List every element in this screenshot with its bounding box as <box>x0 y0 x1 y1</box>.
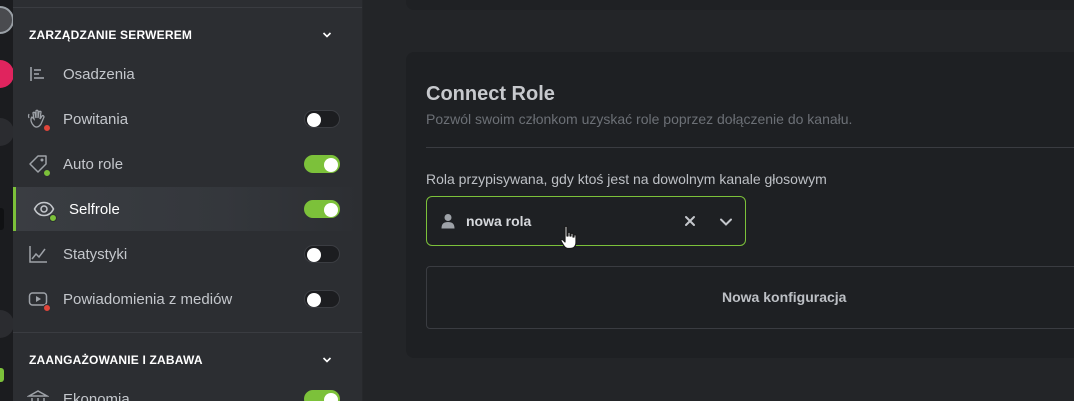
clear-icon[interactable] <box>683 214 697 228</box>
connect-role-card: Connect Role Pozwól swoim członkom uzysk… <box>406 52 1074 358</box>
sidebar-item-ekonomia[interactable]: Ekonomia <box>13 377 362 401</box>
tag-icon <box>27 153 51 177</box>
status-dot <box>43 124 51 132</box>
user-icon <box>441 214 455 229</box>
new-configuration-label: Nowa konfiguracja <box>722 289 847 305</box>
status-dot <box>43 304 51 312</box>
chevron-down-icon[interactable] <box>322 355 332 365</box>
sidebar-item-statystyki[interactable]: Statystyki <box>13 232 362 276</box>
server-icon[interactable] <box>0 118 14 146</box>
powiadomienia-toggle[interactable] <box>304 290 340 308</box>
server-icon[interactable] <box>0 6 14 34</box>
sidebar-item-label: Powiadomienia z mediów <box>63 290 233 308</box>
sidebar-item-label: Selfrole <box>69 200 120 218</box>
line-chart-icon <box>27 243 49 265</box>
sidebar-item-selfrole[interactable]: Selfrole <box>13 187 362 231</box>
sidebar-item-osadzenia[interactable]: Osadzenia <box>13 52 362 96</box>
divider <box>13 7 362 8</box>
statystyki-toggle[interactable] <box>304 245 340 263</box>
sidebar-item-label: Powitania <box>63 110 129 128</box>
server-online-indicator <box>0 368 4 382</box>
server-list <box>0 0 14 401</box>
section-server-management[interactable]: ZARZĄDZANIE SERWEREM <box>13 25 362 45</box>
server-icon[interactable] <box>0 310 14 338</box>
sidebar-item-label: Statystyki <box>63 245 128 263</box>
divider <box>13 332 362 333</box>
server-icon[interactable] <box>0 60 14 88</box>
sidebar-item-label: Auto role <box>63 155 124 173</box>
sidebar-item-powitania[interactable]: Powitania <box>13 97 362 141</box>
sidebar-item-label: Ekonomia <box>63 390 130 401</box>
role-field-label: Rola przypisywana, gdy ktoś jest na dowo… <box>426 171 827 187</box>
server-selected-indicator <box>0 208 4 230</box>
card-title: Connect Role <box>426 83 555 105</box>
sidebar-item-auto-role[interactable]: Auto role <box>13 142 362 186</box>
section-engagement-fun[interactable]: ZAANGAŻOWANIE I ZABAWA <box>13 350 362 370</box>
embed-icon <box>27 63 49 85</box>
section-title: ZARZĄDZANIE SERWEREM <box>29 28 193 42</box>
sidebar-item-label: Osadzenia <box>63 65 135 83</box>
chevron-down-icon[interactable] <box>322 30 332 40</box>
status-dot <box>43 169 51 177</box>
chevron-down-icon[interactable] <box>719 215 733 229</box>
section-title: ZAANGAŻOWANIE I ZABAWA <box>29 353 203 367</box>
powitania-toggle[interactable] <box>304 110 340 128</box>
select-value: nowa rola <box>466 213 532 229</box>
sidebar-item-powiadomienia-z-mediow[interactable]: Powiadomienia z mediów <box>13 277 362 321</box>
auto-role-toggle[interactable] <box>304 155 340 173</box>
ekonomia-toggle[interactable] <box>304 390 340 401</box>
divider <box>426 147 1074 148</box>
role-select[interactable]: nowa rola <box>426 196 746 250</box>
sidebar: ZARZĄDZANIE SERWEREM Osadzenia Powitania… <box>13 0 363 401</box>
video-play-icon <box>27 288 51 312</box>
status-dot <box>49 214 57 222</box>
selfrole-toggle[interactable] <box>304 200 340 218</box>
new-configuration-button[interactable]: Nowa konfiguracja <box>426 266 1074 329</box>
card-subtitle: Pozwól swoim członkom uzyskać role poprz… <box>426 111 853 127</box>
previous-card <box>406 0 1074 10</box>
bank-icon <box>26 388 50 401</box>
waving-hand-icon <box>27 108 51 132</box>
hand-cursor-icon <box>560 225 577 250</box>
eye-icon <box>33 198 57 222</box>
